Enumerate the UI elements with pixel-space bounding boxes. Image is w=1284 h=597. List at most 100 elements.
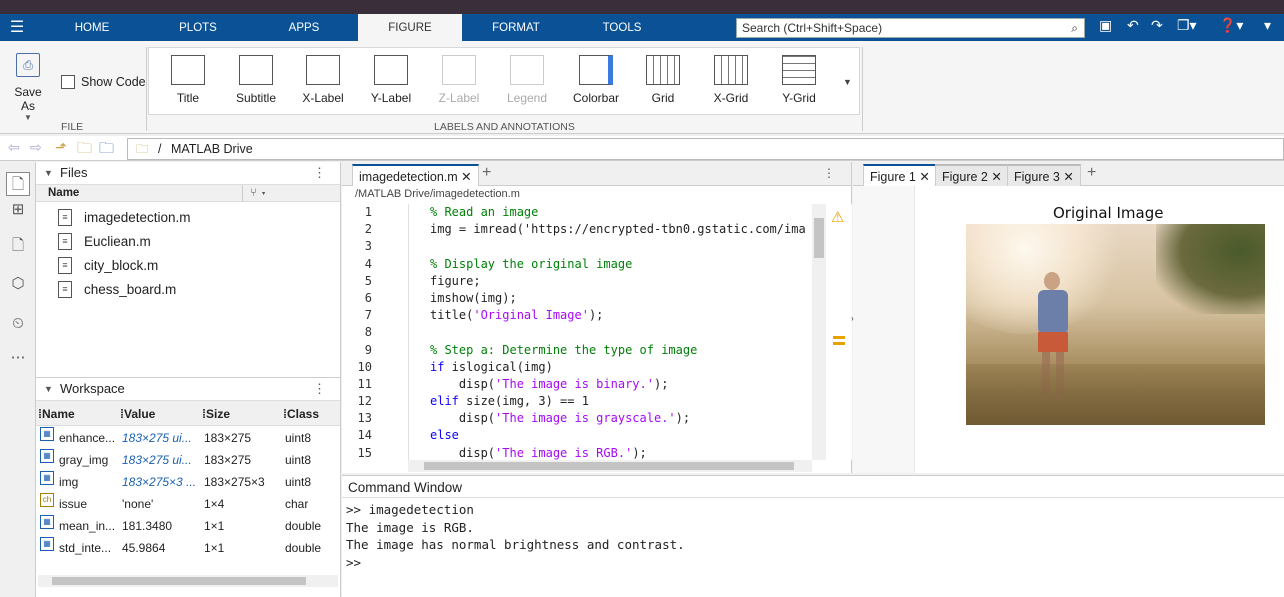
close-icon[interactable]: ✕ (919, 170, 929, 184)
file-item[interactable]: ≡ imagedetection.m (36, 206, 340, 230)
scrollbar-thumb[interactable] (424, 462, 794, 470)
save-as-button[interactable]: ⎙ Save As ▼ (8, 53, 48, 122)
command-prompt[interactable]: >> (342, 554, 1284, 572)
more-icon[interactable]: ⋯ (6, 346, 30, 370)
grid-button[interactable]: Grid (641, 55, 685, 105)
col-value-header[interactable]: ⁞Value (120, 401, 155, 427)
workspace-panel-header[interactable]: ▼ Workspace ⋮ (36, 378, 340, 400)
title-button[interactable]: Title (165, 55, 211, 105)
files-view-icon[interactable]: 🗋 (6, 172, 30, 196)
code-line[interactable]: 15 disp('The image is RGB.'); (342, 445, 822, 460)
code-line[interactable]: 6 imshow(img); (342, 290, 822, 307)
code-line[interactable]: 8 (342, 324, 822, 341)
code-line[interactable]: 9 % Step a: Determine the type of image (342, 342, 822, 359)
workspace-row[interactable]: ▦ std_inte... 45.9864 1×1 double (36, 537, 340, 559)
search-files-icon[interactable]: 🗋 (6, 234, 30, 258)
code-area[interactable]: 1 % Read an image 2 img = imread('https://e… (342, 204, 822, 460)
code-line[interactable]: 5 figure; (342, 273, 822, 290)
matlab-drive-icon[interactable]: 🗀 (99, 138, 114, 163)
tab-tools[interactable]: TOOLS (570, 14, 674, 41)
files-column-header[interactable]: Name ⑂ ▾ (36, 184, 340, 202)
figure-tab[interactable]: Figure 1 ✕ (863, 164, 937, 186)
code-line[interactable]: 7 title('Original Image'); (342, 307, 822, 324)
warning-icon[interactable]: ⚠ (831, 208, 844, 226)
code-line[interactable]: 3 (342, 238, 822, 255)
figure-tab[interactable]: Figure 2 ✕ (935, 164, 1009, 186)
files-panel-header[interactable]: ▼ Files ⋮ (36, 162, 340, 184)
close-icon[interactable]: ✕ (461, 170, 471, 184)
workspace-row[interactable]: ▦ img 183×275×3 ... 183×275×3 uint8 (36, 471, 340, 493)
col-name-header[interactable]: ⁞Name (38, 401, 75, 427)
code-line[interactable]: 13 disp('The image is grayscale.'); (342, 410, 822, 427)
up-folder-icon[interactable]: ⬏ (55, 139, 67, 156)
y-grid-button[interactable]: Y-Grid (775, 55, 823, 105)
col-class-header[interactable]: ⁞Class (283, 401, 319, 427)
tab-plots[interactable]: PLOTS (146, 14, 250, 41)
horizontal-scrollbar[interactable] (408, 460, 812, 472)
code-line[interactable]: 1 % Read an image (342, 204, 822, 221)
tab-figure[interactable]: FIGURE (358, 14, 462, 41)
show-code-checkbox[interactable] (61, 75, 75, 89)
file-item[interactable]: ≡ chess_board.m (36, 278, 340, 302)
collapse-icon[interactable]: ▼ (44, 162, 53, 184)
gallery-expand-icon[interactable]: ▼ (843, 77, 852, 87)
new-tab-icon[interactable]: + (482, 164, 491, 182)
command-window[interactable]: Command Window >> imagedetection The ima… (342, 475, 1284, 597)
subtitle-button[interactable]: Subtitle (232, 55, 280, 105)
git-branch-icon[interactable]: ⑂ ▾ (250, 185, 267, 202)
z-label-button[interactable]: Z-Label (436, 55, 482, 105)
vertical-scrollbar[interactable] (812, 204, 826, 460)
x-label-button[interactable]: X-Label (300, 55, 346, 105)
code-line[interactable]: 11 disp('The image is binary.'); (342, 376, 822, 393)
workspace-view-icon[interactable]: ⊞ (6, 198, 30, 222)
close-icon[interactable]: ✕ (991, 170, 1001, 184)
workspace-row[interactable]: ▦ enhance... 183×275 ui... 183×275 uint8 (36, 427, 340, 449)
scrollbar-thumb[interactable] (814, 218, 824, 258)
horizontal-scrollbar[interactable] (38, 575, 338, 587)
warning-marker[interactable] (833, 336, 845, 339)
scrollbar-thumb[interactable] (52, 577, 306, 585)
colorbar-button[interactable]: Colorbar (569, 55, 623, 105)
tab-apps[interactable]: APPS (252, 14, 356, 41)
workspace-row[interactable]: ▦ mean_in... 181.3480 1×1 double (36, 515, 340, 537)
help-icon[interactable]: ❓▾ (1219, 17, 1243, 34)
save-icon[interactable]: ▣ (1099, 17, 1112, 34)
history-icon[interactable]: ⏲ (6, 312, 30, 336)
code-line[interactable]: 10 if islogical(img) (342, 359, 822, 376)
add-ons-icon[interactable]: ⬡ (6, 272, 30, 296)
x-grid-button[interactable]: X-Grid (707, 55, 755, 105)
hamburger-menu-icon[interactable]: ☰ (4, 14, 30, 41)
overflow-icon[interactable]: ▾ (1264, 17, 1271, 34)
code-line[interactable]: 14 else (342, 427, 822, 444)
displayed-image[interactable] (966, 224, 1265, 425)
back-arrow-icon[interactable]: ⇦ (8, 139, 20, 156)
panel-menu-icon[interactable]: ⋮ (313, 378, 326, 400)
code-line[interactable]: 4 % Display the original image (342, 256, 822, 273)
workspace-row[interactable]: ch issue 'none' 1×4 char (36, 493, 340, 515)
y-label-button[interactable]: Y-Label (368, 55, 414, 105)
browse-folder-icon[interactable]: 🗀 (77, 138, 92, 163)
file-item[interactable]: ≡ Eucliean.m (36, 230, 340, 254)
splitter-arrow-icon[interactable]: › (851, 314, 854, 323)
tab-format[interactable]: FORMAT (464, 14, 568, 41)
legend-button[interactable]: Legend (504, 55, 550, 105)
code-line[interactable]: 2 img = imread('https://encrypted-tbn0.gs… (342, 221, 822, 238)
file-item[interactable]: ≡ city_block.m (36, 254, 340, 278)
editor-tab[interactable]: imagedetection.m ✕ (352, 164, 479, 186)
forward-arrow-icon[interactable]: ⇨ (30, 139, 42, 156)
collapse-icon[interactable]: ▼ (44, 378, 53, 400)
workspace-row[interactable]: ▦ gray_img 183×275 ui... 183×275 uint8 (36, 449, 340, 471)
warning-marker[interactable] (833, 342, 845, 345)
redo-icon[interactable]: ↷ (1151, 17, 1163, 34)
col-size-header[interactable]: ⁞Size (202, 401, 230, 427)
tab-home[interactable]: HOME (40, 14, 144, 41)
current-folder-path[interactable]: 🗀 / MATLAB Drive (127, 138, 1284, 160)
new-figure-icon[interactable]: + (1087, 164, 1096, 182)
close-icon[interactable]: ✕ (1063, 170, 1073, 184)
code-line[interactable]: 12 elif size(img, 3) == 1 (342, 393, 822, 410)
panel-menu-icon[interactable]: ⋮ (313, 162, 326, 184)
undo-icon[interactable]: ↶ (1127, 17, 1139, 34)
search-input[interactable]: Search (Ctrl+Shift+Space) ⌕ (736, 18, 1085, 38)
figure-tab[interactable]: Figure 3 ✕ (1007, 164, 1081, 186)
panel-menu-icon[interactable]: ⋮ (823, 166, 835, 180)
